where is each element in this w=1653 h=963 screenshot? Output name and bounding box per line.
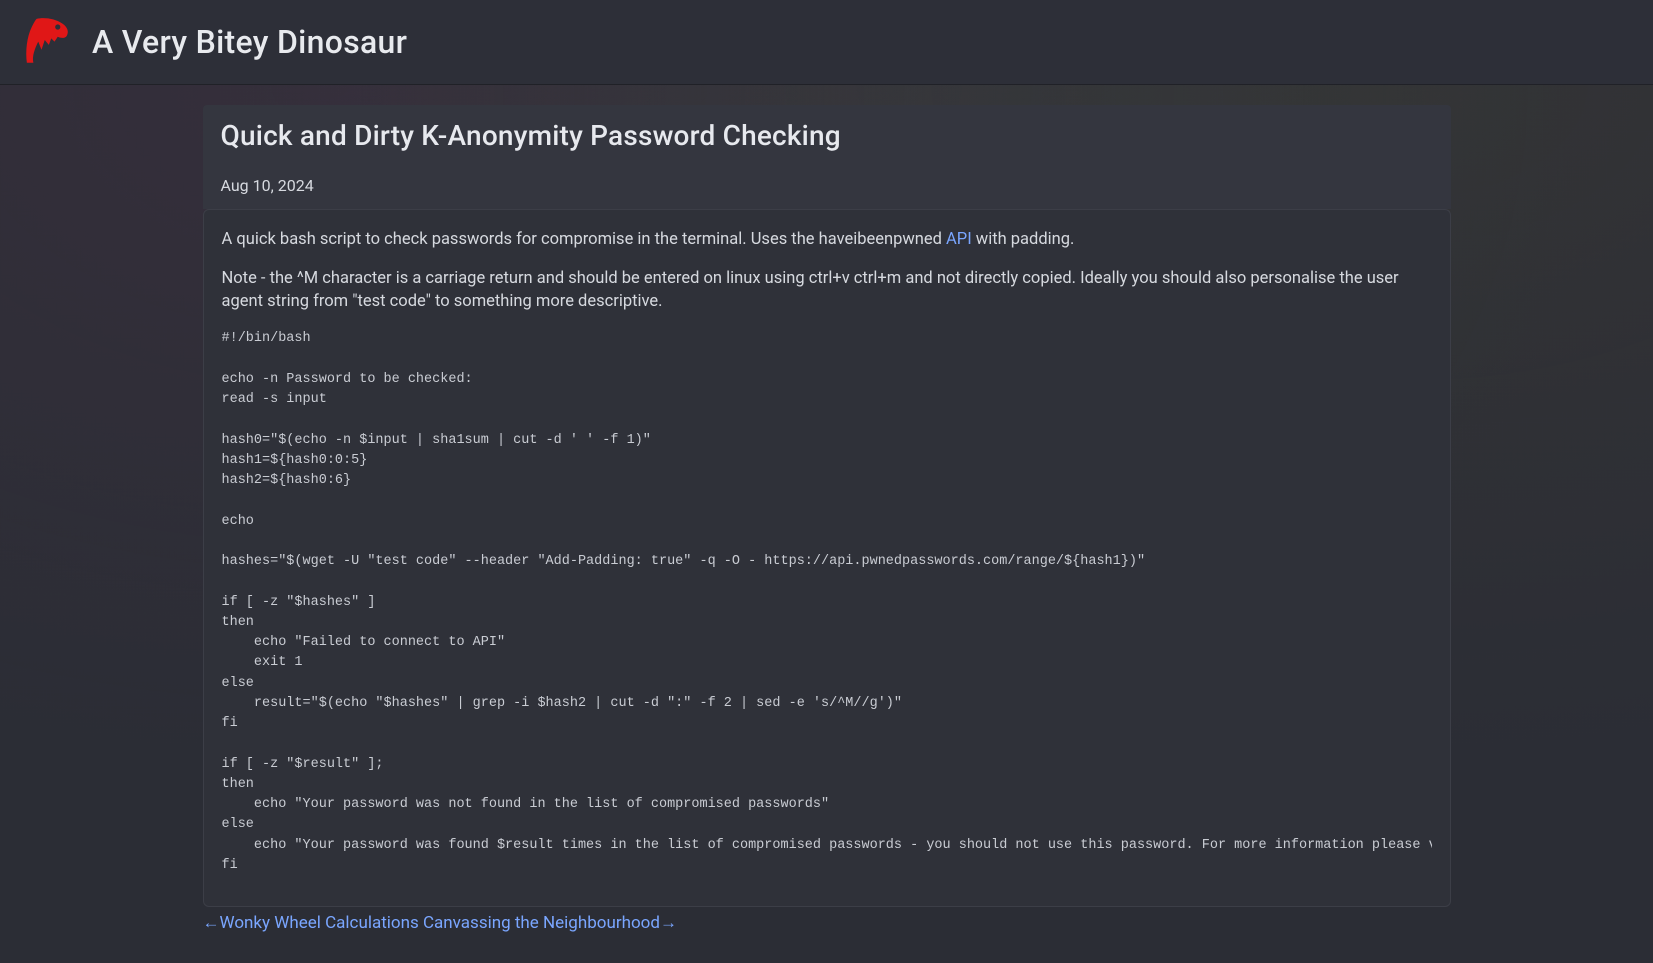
site-title: A Very Bitey Dinosaur <box>92 23 407 61</box>
arrow-left-icon: ← <box>203 913 220 933</box>
site-header: A Very Bitey Dinosaur <box>0 0 1653 85</box>
arrow-right-icon: → <box>660 913 677 933</box>
prev-post-link[interactable]: Wonky Wheel Calculations <box>220 913 419 933</box>
page-body: Quick and Dirty K-Anonymity Password Che… <box>0 85 1653 963</box>
intro-paragraph: A quick bash script to check passwords f… <box>222 228 1432 251</box>
next-post-link[interactable]: Canvassing the Neighbourhood <box>423 913 660 933</box>
api-link[interactable]: API <box>946 230 972 249</box>
post-header: Quick and Dirty K-Anonymity Password Che… <box>203 105 1451 209</box>
intro-text-2: with padding. <box>972 230 1075 249</box>
note-paragraph: Note - the ^M character is a carriage re… <box>222 267 1432 313</box>
post-title: Quick and Dirty K-Anonymity Password Che… <box>221 119 1433 152</box>
post-date: Aug 10, 2024 <box>221 176 1433 195</box>
code-block: #!/bin/bash echo -n Password to be check… <box>222 329 1432 876</box>
dinosaur-logo-icon <box>22 14 74 70</box>
intro-text-1: A quick bash script to check passwords f… <box>222 230 947 249</box>
post-nav: ←Wonky Wheel Calculations Canvassing the… <box>203 907 1451 963</box>
home-link[interactable]: A Very Bitey Dinosaur <box>22 14 407 70</box>
post-content: A quick bash script to check passwords f… <box>203 209 1451 907</box>
